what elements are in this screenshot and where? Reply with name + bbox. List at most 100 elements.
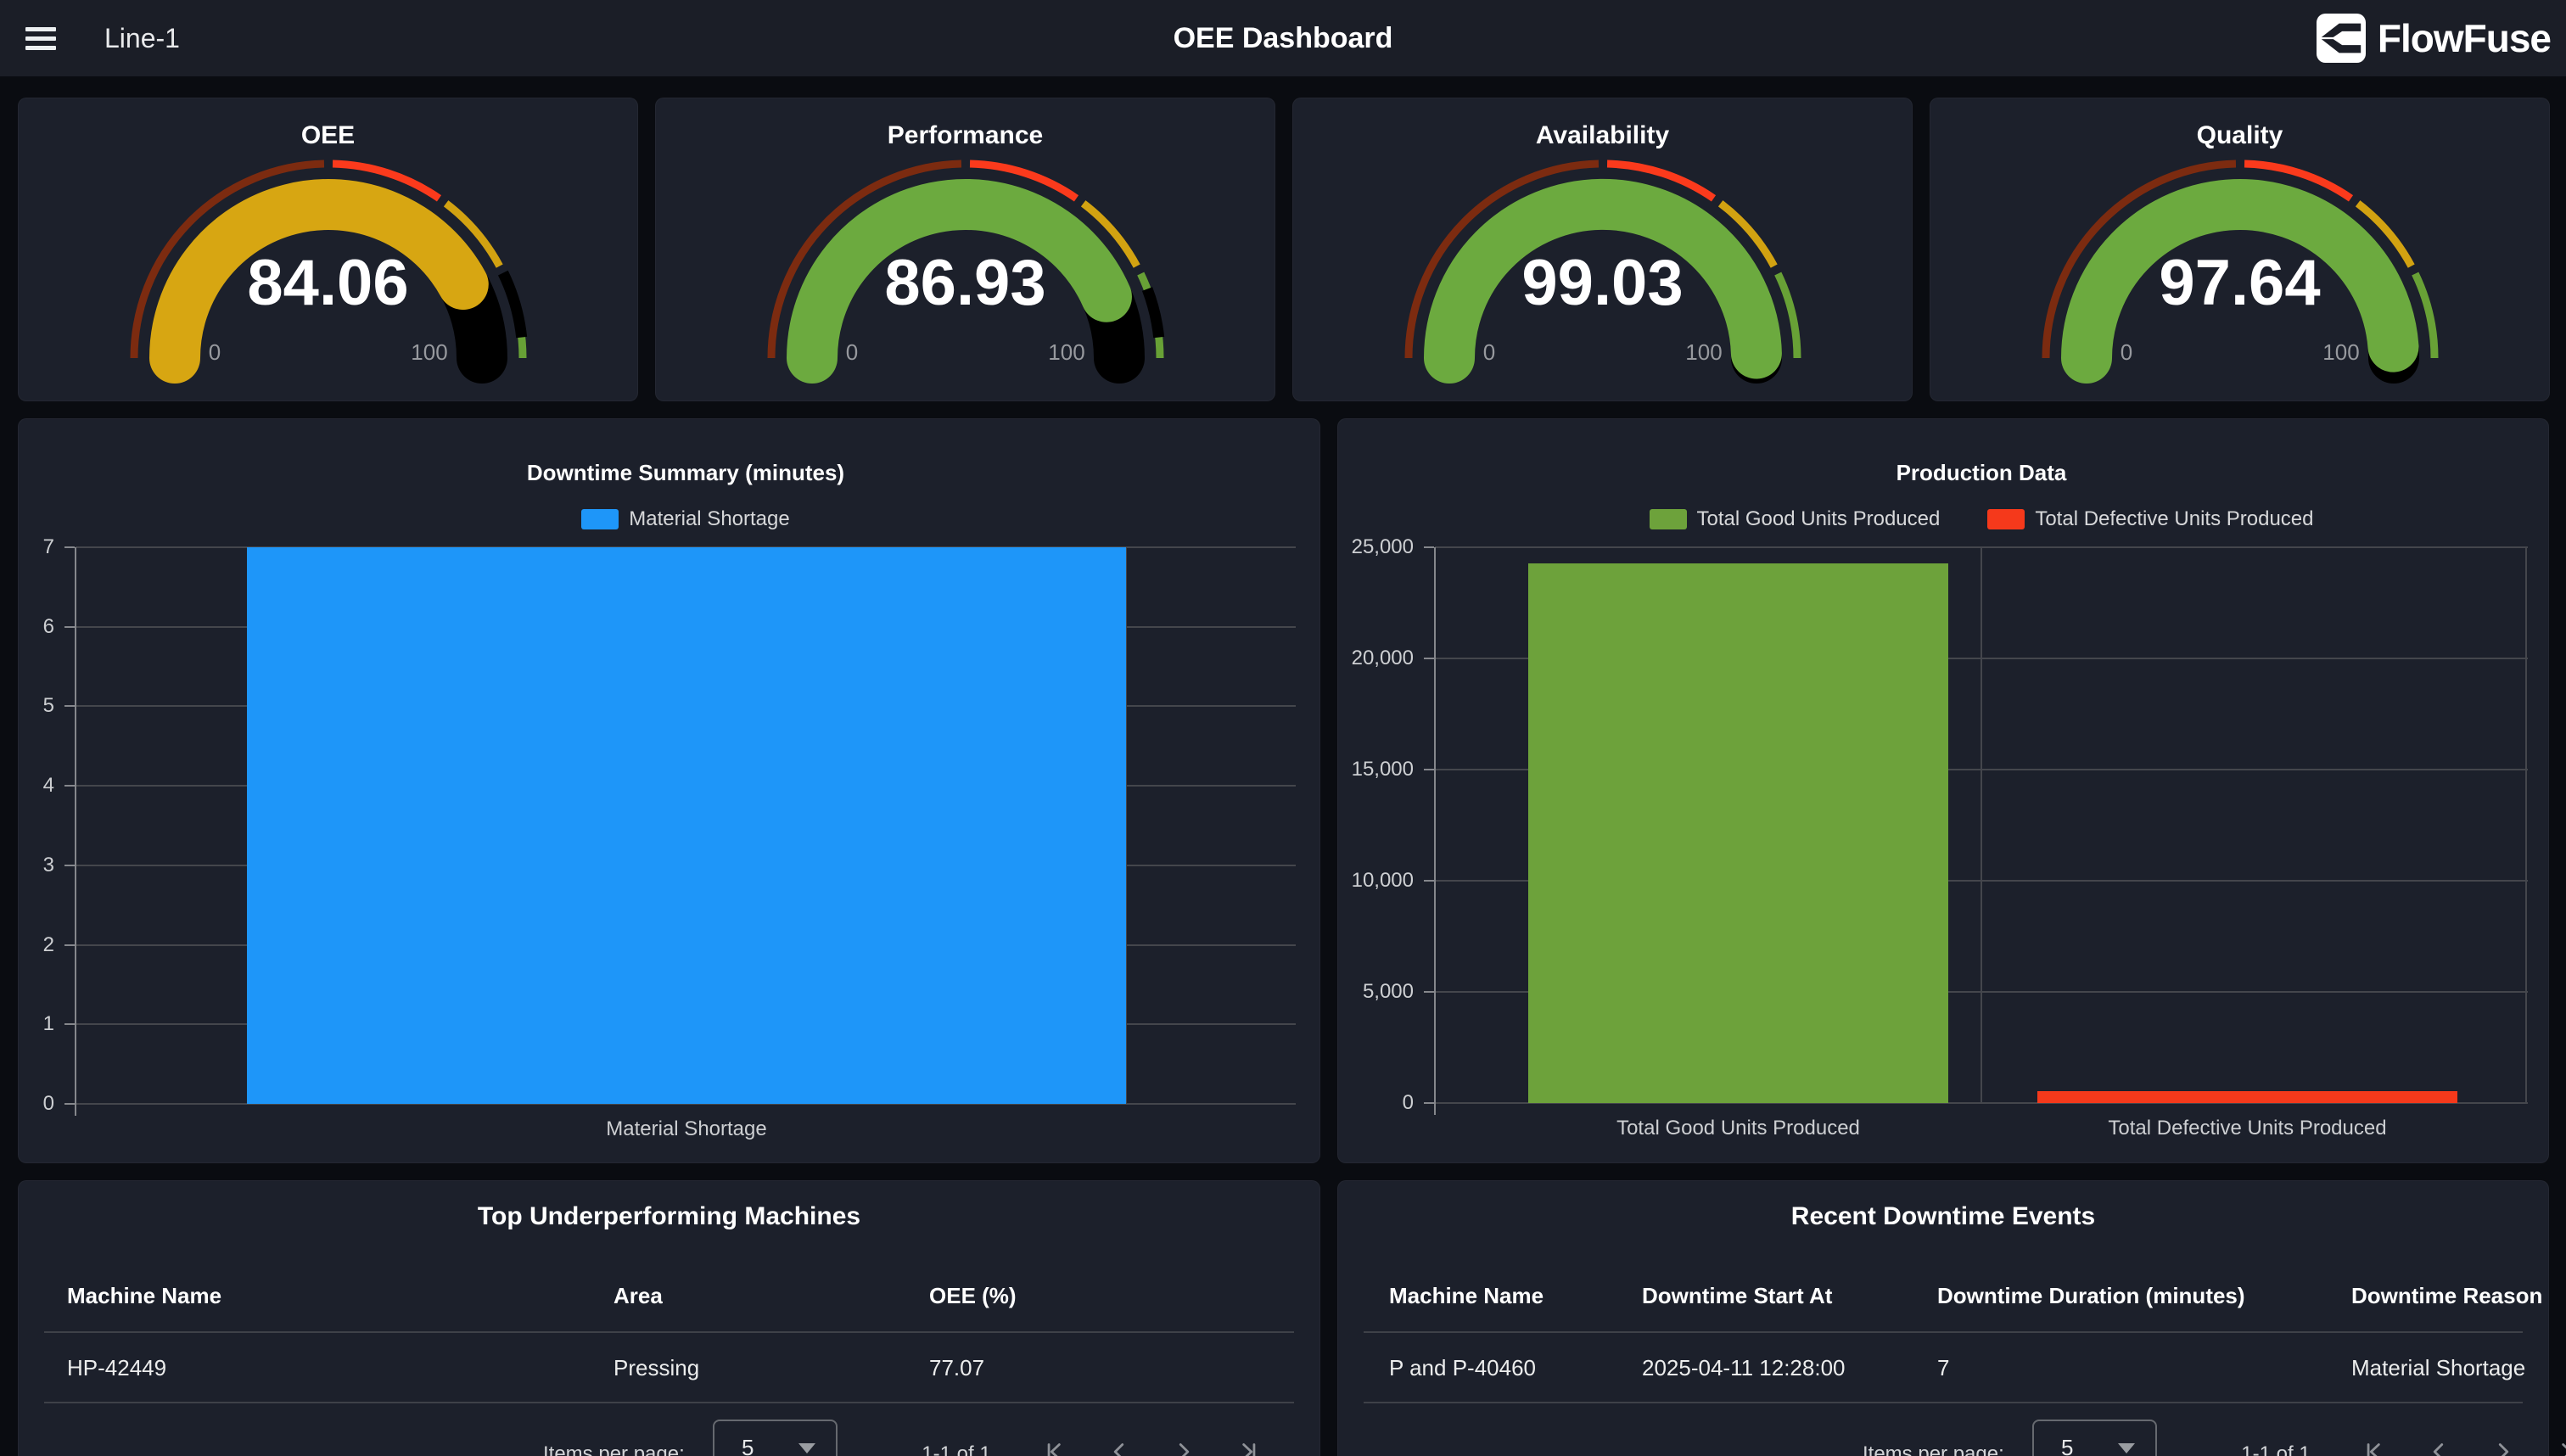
gauge-max-label: 100	[378, 339, 480, 366]
divider	[44, 1331, 1294, 1333]
gauge-max-label: 100	[2290, 339, 2392, 366]
gauge-title: Performance	[656, 121, 1275, 150]
axis-tick	[1424, 769, 1434, 770]
page-size-value: 5	[2061, 1435, 2073, 1456]
dashboard-title: OEE Dashboard	[1174, 22, 1393, 55]
first-page-button[interactable]	[1041, 1438, 1068, 1456]
y-axis-label: 15,000	[1295, 757, 1414, 782]
page-name: Line-1	[104, 23, 180, 54]
table-cell: P and P-40460	[1389, 1355, 1536, 1381]
column-header: Downtime Reason	[2351, 1283, 2542, 1309]
gauge-min-label: 0	[801, 339, 903, 366]
y-axis-line	[75, 547, 76, 1116]
column-header: Machine Name	[67, 1283, 221, 1309]
axis-tick	[64, 546, 75, 548]
column-header: OEE (%)	[929, 1283, 1017, 1309]
page-size-value: 5	[742, 1435, 754, 1456]
chevron-down-icon	[2118, 1443, 2135, 1453]
gauge-title: OEE	[19, 121, 637, 150]
flowfuse-icon	[2317, 14, 2366, 63]
legend-label: Total Good Units Produced	[1697, 507, 1941, 531]
chevron-down-icon	[798, 1443, 815, 1453]
page-size-select[interactable]: 5	[2032, 1420, 2157, 1456]
machines-table: Machine Name Area OEE (%) HP-42449 Pressing 7…	[19, 1181, 1319, 1456]
gauge-title: Availability	[1293, 121, 1912, 150]
x-axis-label: Total Good Units Produced	[1527, 1117, 1951, 1140]
column-header: Machine Name	[1389, 1283, 1544, 1309]
y-axis-label: 10,000	[1295, 868, 1414, 893]
bar-material-shortage	[247, 547, 1126, 1104]
y-axis-label: 3	[0, 853, 54, 878]
split-line	[1981, 547, 1982, 1103]
axis-tick	[64, 626, 75, 628]
axis-tick	[64, 865, 75, 866]
next-page-button[interactable]	[2490, 1438, 2517, 1456]
chart-title: Production Data	[1896, 460, 2067, 485]
divider	[1364, 1402, 2523, 1403]
first-page-button[interactable]	[2361, 1438, 2388, 1456]
prev-page-button[interactable]	[1106, 1438, 1133, 1456]
last-page-button[interactable]	[1235, 1438, 1262, 1456]
divider	[44, 1402, 1294, 1403]
y-axis-label: 7	[0, 535, 54, 560]
legend-swatch	[1987, 509, 2025, 529]
recent-downtime-events-card: Recent Downtime Events Machine NameDownt…	[1337, 1180, 2549, 1456]
table-cell: Pressing	[613, 1355, 699, 1381]
y-axis-label: 0	[0, 1091, 54, 1117]
last-page-button[interactable]	[2554, 1438, 2566, 1456]
bar-total-good-units-produced	[1528, 563, 1948, 1103]
gauge-min-label: 0	[2076, 339, 2177, 366]
table-cell: Material Shortage	[2351, 1355, 2525, 1381]
production-data-card: Production Data Total Good Units Produce…	[1337, 418, 2549, 1163]
divider	[1364, 1331, 2523, 1333]
legend-label: Material Shortage	[629, 507, 789, 531]
axis-tick	[64, 705, 75, 707]
axis-tick	[64, 785, 75, 787]
axis-tick	[64, 944, 75, 946]
gauge-card-performance: Performance 86.93 0 100	[655, 98, 1275, 401]
legend-item-material-shortage[interactable]: Material Shortage	[581, 507, 789, 531]
axis-tick	[1424, 546, 1434, 548]
y-axis-label: 20,000	[1295, 646, 1414, 671]
prev-page-button[interactable]	[2425, 1438, 2452, 1456]
x-axis-label: Material Shortage	[474, 1117, 899, 1141]
x-axis-label: Total Defective Units Produced	[2036, 1117, 2460, 1140]
table-cell: HP-42449	[67, 1355, 166, 1381]
app-header: Line-1 OEE Dashboard FlowFuse	[0, 0, 2566, 76]
page-range-label: 1-1 of 1	[2229, 1442, 2322, 1456]
y-axis-label: 1	[0, 1011, 54, 1037]
legend-item-defective-units[interactable]: Total Defective Units Produced	[1987, 507, 2313, 531]
gauge-max-label: 100	[1653, 339, 1755, 366]
y-axis-label: 5,000	[1295, 979, 1414, 1005]
legend-label: Total Defective Units Produced	[2035, 507, 2313, 531]
table-cell: 77.07	[929, 1355, 984, 1381]
next-page-button[interactable]	[1170, 1438, 1197, 1456]
axis-tick	[64, 1023, 75, 1025]
downtime-summary-card: Downtime Summary (minutes) Material Shor…	[18, 418, 1320, 1163]
page-size-select[interactable]: 5	[713, 1420, 838, 1456]
axis-tick	[1424, 991, 1434, 993]
gauge-min-label: 0	[1438, 339, 1540, 366]
gauge-card-quality: Quality 97.64 0 100	[1930, 98, 2550, 401]
menu-icon[interactable]	[25, 22, 56, 55]
table-cell: 2025-04-11 12:28:00	[1642, 1355, 1846, 1381]
column-header: Area	[613, 1283, 663, 1309]
gauge-value: 84.06	[19, 251, 637, 316]
y-axis-label: 5	[0, 693, 54, 719]
axis-tick	[1424, 1102, 1434, 1104]
gauge-value: 99.03	[1293, 251, 1912, 316]
axis-tick	[64, 1103, 75, 1105]
production-data-plot: 05,00010,00015,00020,00025,000Total Good…	[1435, 547, 2528, 1103]
column-header: Downtime Start At	[1642, 1283, 1832, 1309]
gauge-title: Quality	[1930, 121, 2549, 150]
legend-item-good-units[interactable]: Total Good Units Produced	[1650, 507, 1941, 531]
column-header: Downtime Duration (minutes)	[1937, 1283, 2245, 1309]
downtime-summary-plot: 01234567Material Shortage	[76, 547, 1296, 1104]
gauge-value: 86.93	[656, 251, 1275, 316]
axis-tick	[1424, 880, 1434, 882]
top-underperforming-machines-card: Top Underperforming Machines Machine Nam…	[18, 1180, 1320, 1456]
y-axis-line	[1434, 547, 1436, 1115]
y-axis-label: 25,000	[1295, 535, 1414, 560]
gauge-max-label: 100	[1016, 339, 1118, 366]
y-axis-label: 2	[0, 932, 54, 958]
